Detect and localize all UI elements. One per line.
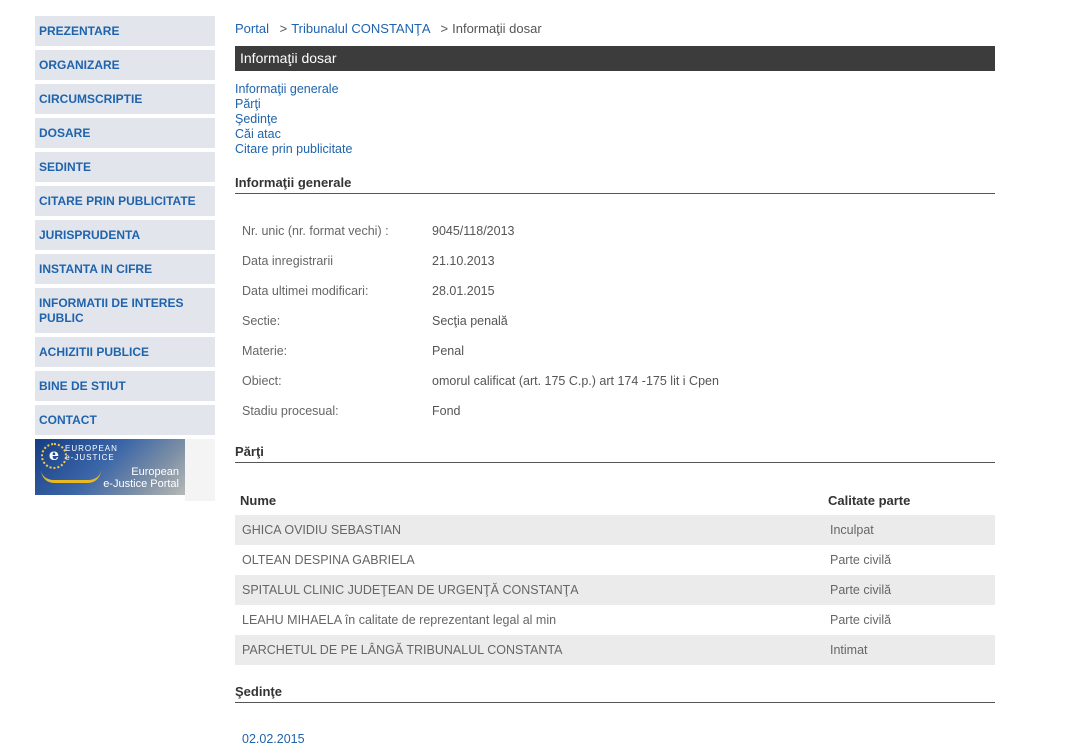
anchor-citare-publicitate[interactable]: Citare prin publicitate [235, 142, 352, 157]
info-row: Nr. unic (nr. format vechi) : 9045/118/2… [242, 216, 719, 246]
party-name: LEAHU MIHAELA în calitate de reprezentan… [242, 613, 557, 627]
anchor-parti[interactable]: Părţi [235, 97, 352, 112]
party-name: PARCHETUL DE PE LÂNGĂ TRIBUNALUL CONSTAN… [242, 643, 563, 657]
info-row: Data ultimei modificari: 28.01.2015 [242, 276, 719, 306]
info-row: Stadiu procesual: Fond [242, 396, 719, 426]
info-label: Nr. unic (nr. format vechi) : [242, 224, 389, 238]
party-role: Parte civilă [830, 613, 892, 627]
ejustice-banner-top-text: EUROPEAN e-JUSTICE [65, 444, 118, 462]
table-row: GHICA OVIDIU SEBASTIAN Inculpat [235, 515, 995, 545]
party-role: Intimat [830, 643, 868, 657]
info-label: Materie: [242, 344, 288, 358]
breadcrumb-separator: > [279, 21, 288, 36]
sidebar-item-circumscriptie[interactable]: CIRCUMSCRIPTIE [35, 84, 215, 114]
info-value: 21.10.2013 [432, 254, 495, 268]
section-anchor-links: Informaţii generale Părţi Şedinţe Căi at… [235, 82, 352, 157]
hearing-date-link[interactable]: 02.02.2015 [242, 732, 305, 746]
general-info-table: Nr. unic (nr. format vechi) : 9045/118/2… [242, 216, 719, 426]
page-title: Informaţii dosar [235, 46, 995, 71]
info-label: Data ultimei modificari: [242, 284, 369, 298]
sidebar-item-citare[interactable]: CITARE PRIN PUBLICITATE [35, 186, 215, 216]
info-label: Sectie: [242, 314, 281, 328]
anchor-informatii-generale[interactable]: Informaţii generale [235, 82, 352, 97]
scales-icon [41, 470, 101, 483]
table-row: PARCHETUL DE PE LÂNGĂ TRIBUNALUL CONSTAN… [235, 635, 995, 665]
breadcrumb-court-link[interactable]: Tribunalul CONSTANŢA [291, 21, 430, 36]
column-header-name: Nume [240, 492, 277, 508]
info-value: Penal [432, 344, 464, 358]
breadcrumb: Portal > Tribunalul CONSTANŢA > Informaţii… [235, 21, 542, 36]
sidebar-item-sedinte[interactable]: SEDINTE [35, 152, 215, 182]
info-label: Data inregistrarii [242, 254, 334, 268]
info-value: omorul calificat (art. 175 C.p.) art 174… [432, 374, 719, 388]
ejustice-banner-label: European e-Justice Portal [103, 466, 179, 490]
anchor-cai-atac[interactable]: Căi atac [235, 127, 352, 142]
info-row: Obiect: omorul calificat (art. 175 C.p.)… [242, 366, 719, 396]
party-name: OLTEAN DESPINA GABRIELA [242, 553, 415, 567]
sidebar-nav: PREZENTARE ORGANIZARE CIRCUMSCRIPTIE DOS… [35, 16, 215, 501]
parties-heading: Părţi [235, 444, 995, 463]
sidebar-item-organizare[interactable]: ORGANIZARE [35, 50, 215, 80]
sidebar-item-informatii-interes-public[interactable]: INFORMATII DE INTERES PUBLIC [35, 288, 215, 333]
sidebar-item-dosare[interactable]: DOSARE [35, 118, 215, 148]
hearings-heading: Şedinţe [235, 684, 995, 703]
info-row: Sectie: Secţia penală [242, 306, 719, 336]
info-row: Materie: Penal [242, 336, 719, 366]
ejustice-portal-banner[interactable]: e EUROPEAN e-JUSTICE European e-Justice … [35, 439, 185, 495]
banner-backdrop [185, 439, 215, 501]
breadcrumb-portal-link[interactable]: Portal [235, 21, 269, 36]
table-row: LEAHU MIHAELA în calitate de reprezentan… [235, 605, 995, 635]
table-row: OLTEAN DESPINA GABRIELA Parte civilă [235, 545, 995, 575]
e-justice-logo-icon: e [41, 443, 67, 469]
sidebar-item-bine-de-stiut[interactable]: BINE DE STIUT [35, 371, 215, 401]
info-label: Obiect: [242, 374, 282, 388]
info-value: Fond [432, 404, 461, 418]
party-role: Inculpat [830, 523, 874, 537]
info-value: Secţia penală [432, 314, 508, 328]
sidebar-item-contact[interactable]: CONTACT [35, 405, 215, 435]
table-row: SPITALUL CLINIC JUDEŢEAN DE URGENŢĂ CONS… [235, 575, 995, 605]
party-name: GHICA OVIDIU SEBASTIAN [242, 523, 402, 537]
sidebar-item-prezentare[interactable]: PREZENTARE [35, 16, 215, 46]
sidebar-item-instanta-in-cifre[interactable]: INSTANTA IN CIFRE [35, 254, 215, 284]
column-header-role: Calitate parte [828, 492, 911, 508]
info-value: 9045/118/2013 [432, 224, 515, 238]
general-info-heading: Informaţii generale [235, 175, 995, 194]
info-label: Stadiu procesual: [242, 404, 339, 418]
parties-table: GHICA OVIDIU SEBASTIAN Inculpat OLTEAN D… [235, 515, 995, 665]
sidebar-item-jurisprudenta[interactable]: JURISPRUDENTA [35, 220, 215, 250]
ejustice-banner-label-line1: European [131, 466, 179, 478]
sidebar-item-achizitii-publice[interactable]: ACHIZITII PUBLICE [35, 337, 215, 367]
party-role: Parte civilă [830, 553, 892, 567]
anchor-sedinte[interactable]: Şedinţe [235, 112, 352, 127]
ejustice-banner-wrap: e EUROPEAN e-JUSTICE European e-Justice … [35, 439, 215, 501]
info-value: 28.01.2015 [432, 284, 495, 298]
party-name: SPITALUL CLINIC JUDEŢEAN DE URGENŢĂ CONS… [242, 583, 579, 597]
breadcrumb-separator: > [440, 21, 449, 36]
ejustice-banner-label-line2: e-Justice Portal [103, 478, 179, 490]
parties-table-header: Nume Calitate parte [235, 485, 995, 515]
info-row: Data inregistrarii 21.10.2013 [242, 246, 719, 276]
party-role: Parte civilă [830, 583, 892, 597]
breadcrumb-current: Informaţii dosar [452, 21, 542, 36]
